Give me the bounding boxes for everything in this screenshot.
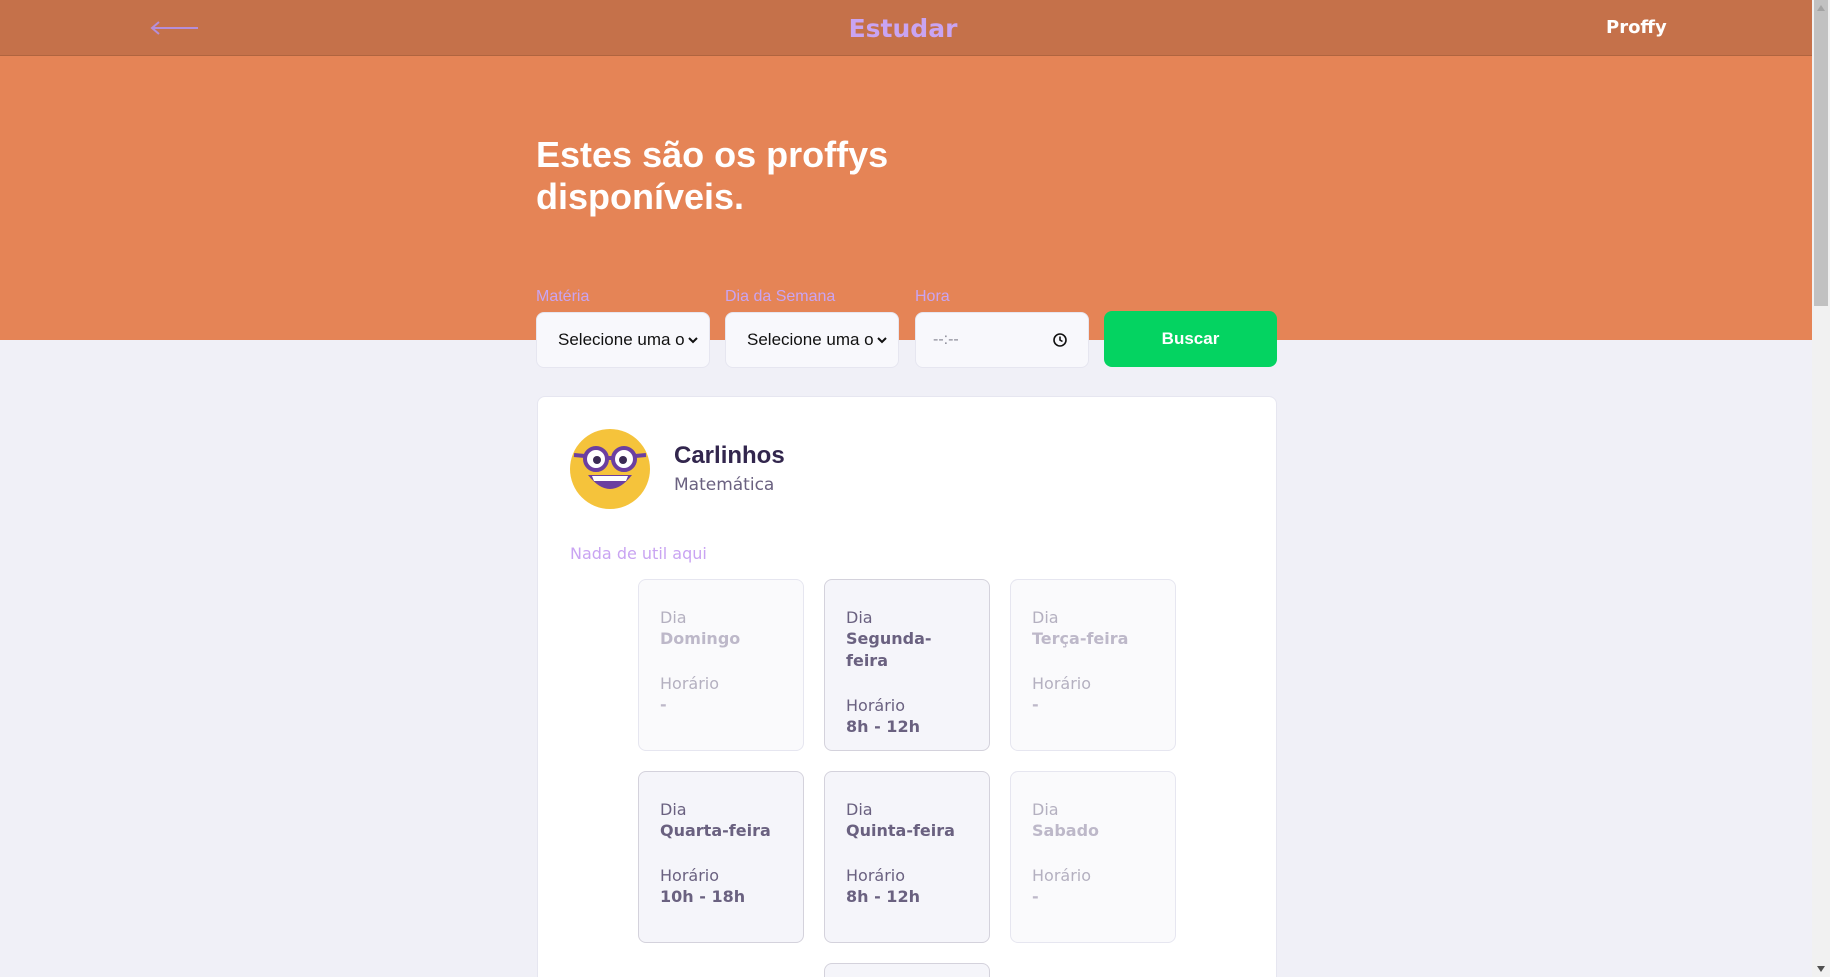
schedule-day: Terça-feira — [1032, 629, 1129, 648]
nerd-face-icon — [570, 429, 650, 509]
schedule-time: - — [660, 695, 667, 714]
schedule-time: 10h - 18h — [660, 887, 746, 906]
schedule-day-label: Dia — [1032, 800, 1059, 819]
schedule-grid: Dia Domingo Horário - Dia Segunda-feira … — [638, 579, 1178, 977]
subject-select-value: Selecione uma o — [558, 330, 685, 349]
page-title: Estudar — [848, 14, 958, 43]
schedule-day-label: Dia — [846, 608, 873, 627]
schedule-time: - — [1032, 695, 1039, 714]
schedule-item: Dia Segunda-feira Horário 8h - 12h — [824, 579, 990, 751]
weekday-label: Dia da Semana — [725, 288, 836, 305]
schedule-item — [824, 963, 990, 977]
schedule-item: Dia Sabado Horário - — [1010, 771, 1176, 943]
time-input-value: --:-- — [933, 331, 959, 348]
schedule-day-label: Dia — [660, 800, 687, 819]
schedule-time: 8h - 12h — [846, 887, 920, 906]
scroll-down-icon[interactable] — [1816, 965, 1826, 973]
scrollbar-thumb[interactable] — [1814, 0, 1828, 306]
teacher-card: Carlinhos Matemática Nada de util aqui D… — [537, 396, 1277, 977]
scroll-up-icon[interactable] — [1816, 4, 1826, 12]
schedule-item: Dia Domingo Horário - — [638, 579, 804, 751]
schedule-day: Quinta-feira — [846, 821, 955, 840]
subject-select[interactable]: Selecione uma o — [536, 312, 710, 368]
hero-section: Estes são os proffys disponíveis. Matéri… — [0, 56, 1812, 368]
schedule-day: Segunda-feira — [846, 629, 932, 670]
schedule-time: - — [1032, 887, 1039, 906]
schedule-day-label: Dia — [1032, 608, 1059, 627]
weekday-select-value: Selecione uma o — [747, 330, 874, 349]
schedule-time-label: Horário — [660, 866, 720, 885]
schedule-day: Domingo — [660, 629, 741, 648]
weekday-select[interactable]: Selecione uma o — [725, 312, 899, 368]
teacher-subject: Matemática — [674, 475, 775, 495]
schedule-item: Dia Quinta-feira Horário 8h - 12h — [824, 771, 990, 943]
schedule-time-label: Horário — [1032, 674, 1092, 693]
brand-logo: Proffy — [1606, 17, 1667, 38]
teacher-bio: Nada de util aqui — [570, 544, 707, 563]
time-label: Hora — [915, 288, 950, 305]
schedule-time-label: Horário — [660, 674, 720, 693]
time-input[interactable]: --:-- — [915, 312, 1089, 368]
schedule-day-label: Dia — [846, 800, 873, 819]
chevron-down-icon — [877, 337, 887, 344]
subject-label: Matéria — [536, 288, 590, 305]
top-bar: Estudar Proffy — [0, 0, 1812, 56]
clock-icon[interactable] — [1052, 332, 1068, 348]
schedule-item: Dia Terça-feira Horário - — [1010, 579, 1176, 751]
hero-title: Estes são os proffys disponíveis. — [536, 134, 889, 217]
schedule-time-label: Horário — [1032, 866, 1092, 885]
schedule-item: Dia Quarta-feira Horário 10h - 18h — [638, 771, 804, 943]
schedule-day: Sabado — [1032, 821, 1100, 840]
schedule-day: Quarta-feira — [660, 821, 771, 840]
schedule-day-label: Dia — [660, 608, 687, 627]
teacher-name: Carlinhos — [674, 442, 785, 469]
search-button[interactable]: Buscar — [1104, 311, 1277, 367]
schedule-time-label: Horário — [846, 696, 906, 715]
schedule-time: 8h - 12h — [846, 717, 920, 736]
schedule-time-label: Horário — [846, 866, 906, 885]
chevron-down-icon — [688, 337, 698, 344]
